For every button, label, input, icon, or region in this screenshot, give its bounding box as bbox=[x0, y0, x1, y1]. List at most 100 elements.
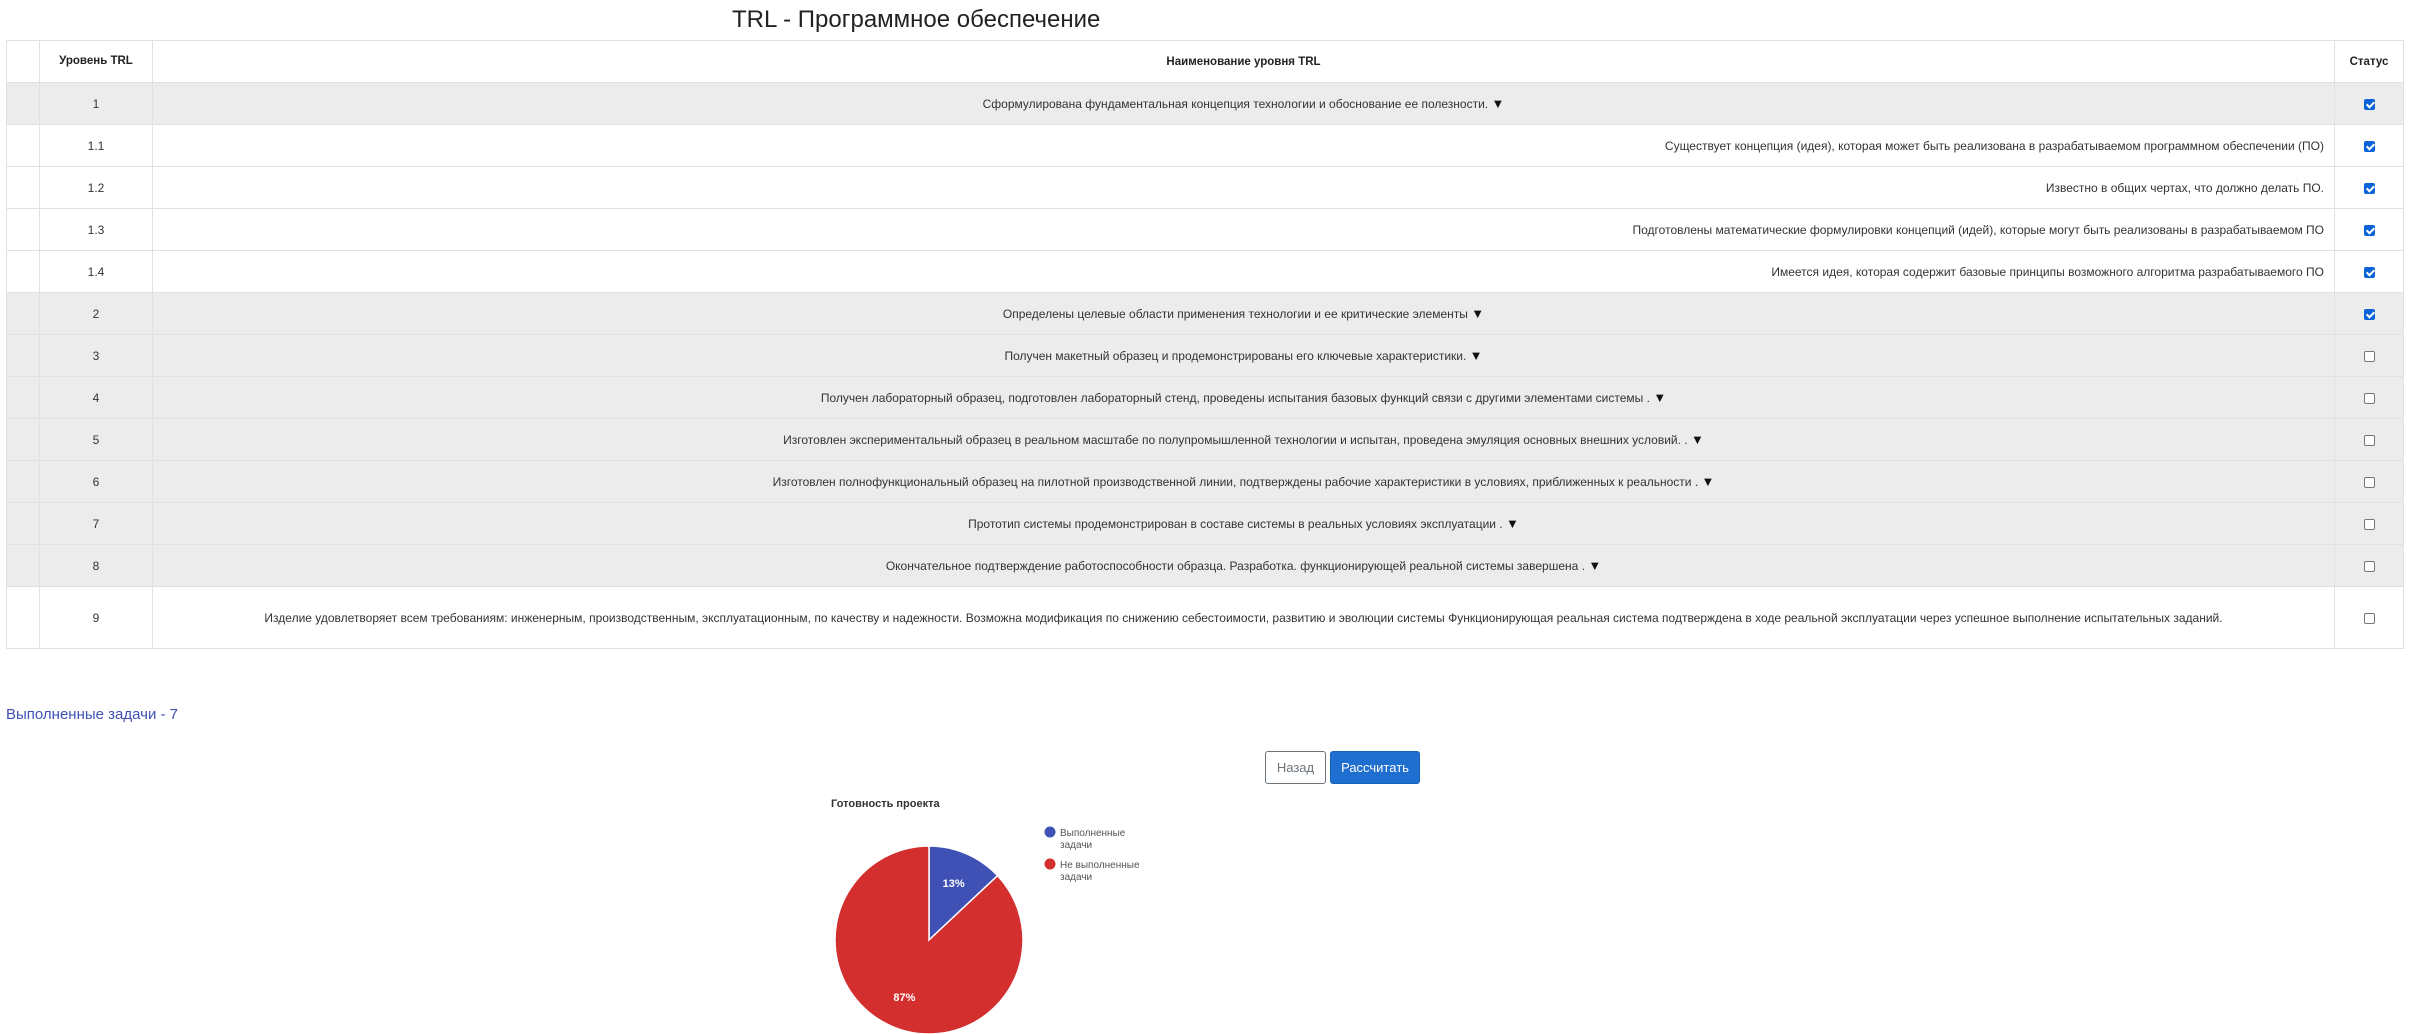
row-index-cell bbox=[6, 502, 40, 545]
status-checkbox[interactable] bbox=[2363, 518, 2375, 530]
table-row: 5 Изготовлен экспериментальный образец в … bbox=[6, 418, 2404, 461]
header-status: Статус bbox=[2334, 40, 2404, 83]
status-cell bbox=[2334, 334, 2404, 377]
table-row: 1.1 Существует концепция (идея), которая … bbox=[6, 124, 2404, 167]
expand-arrow-icon[interactable]: ▼ bbox=[1471, 306, 1484, 321]
trl-name-cell[interactable]: Определены целевые области применения те… bbox=[152, 292, 2335, 335]
trl-name-cell[interactable]: Окончательное подтверждение работоспособ… bbox=[152, 544, 2335, 587]
status-cell bbox=[2334, 124, 2404, 167]
row-index-cell bbox=[6, 376, 40, 419]
trl-name-text: Существует концепция (идея), которая мож… bbox=[1664, 138, 2324, 153]
status-cell bbox=[2334, 250, 2404, 293]
trl-name-text: Сформулирована фундаментальная концепция… bbox=[982, 97, 1489, 111]
table-row: 2 Определены целевые области применения т… bbox=[6, 292, 2404, 335]
status-checkbox[interactable] bbox=[2363, 224, 2375, 236]
status-checkbox[interactable] bbox=[2363, 560, 2375, 572]
table-row: 1.3 Подготовлены математические формулиро… bbox=[6, 208, 2404, 251]
expand-arrow-icon[interactable]: ▼ bbox=[1491, 96, 1504, 111]
row-index-cell bbox=[6, 544, 40, 587]
trl-name-cell: Изделие удовлетворяет всем требованиям: … bbox=[152, 586, 2335, 649]
trl-name-cell[interactable]: Сформулирована фундаментальная концепция… bbox=[152, 82, 2335, 125]
legend-label: задачи bbox=[1060, 872, 1092, 883]
status-cell bbox=[2334, 460, 2404, 503]
trl-name-text: Изделие удовлетворяет всем требованиям: … bbox=[264, 610, 2223, 625]
status-checkbox[interactable] bbox=[2363, 266, 2375, 278]
trl-name-cell[interactable]: Изготовлен полнофункциональный образец н… bbox=[152, 460, 2335, 503]
row-index-cell bbox=[6, 166, 40, 209]
trl-level-cell: 2 bbox=[39, 292, 153, 335]
row-index-cell bbox=[6, 418, 40, 461]
table-body: 1 Сформулирована фундаментальная концепци… bbox=[6, 82, 2404, 649]
trl-level-cell: 7 bbox=[39, 502, 153, 545]
status-checkbox[interactable] bbox=[2363, 308, 2375, 320]
status-cell bbox=[2334, 544, 2404, 587]
status-checkbox[interactable] bbox=[2363, 182, 2375, 194]
table-header-row: Уровень TRL Наименование уровня TRL Стат… bbox=[6, 40, 2404, 83]
status-cell bbox=[2334, 586, 2404, 649]
trl-name-cell[interactable]: Получен лабораторный образец, подготовле… bbox=[152, 376, 2335, 419]
expand-arrow-icon[interactable]: ▼ bbox=[1470, 348, 1483, 363]
header-level: Уровень TRL bbox=[39, 40, 153, 83]
chart-title: Готовность проекта bbox=[831, 798, 940, 810]
trl-name-text: Имеется идея, которая содержит базовые п… bbox=[1771, 264, 2324, 279]
legend-label: Выполненные bbox=[1060, 828, 1126, 839]
trl-name-cell[interactable]: Прототип системы продемонстрирован в сос… bbox=[152, 502, 2335, 545]
status-checkbox[interactable] bbox=[2363, 612, 2375, 624]
trl-level-cell: 1.2 bbox=[39, 166, 153, 209]
row-index-cell bbox=[6, 208, 40, 251]
trl-name-text: Окончательное подтверждение работоспособ… bbox=[885, 559, 1585, 573]
trl-name-text: Изготовлен экспериментальный образец в р… bbox=[783, 433, 1688, 447]
trl-level-cell: 5 bbox=[39, 418, 153, 461]
row-index-cell bbox=[6, 292, 40, 335]
trl-name-text: Изготовлен полнофункциональный образец н… bbox=[772, 475, 1699, 489]
row-index-cell bbox=[6, 82, 40, 125]
table-row: 3 Получен макетный образец и продемонстри… bbox=[6, 334, 2404, 377]
expand-arrow-icon[interactable]: ▼ bbox=[1506, 516, 1519, 531]
table-row: 1 Сформулирована фундаментальная концепци… bbox=[6, 82, 2404, 125]
trl-level-cell: 1 bbox=[39, 82, 153, 125]
trl-table: Уровень TRL Наименование уровня TRL Стат… bbox=[6, 40, 2404, 649]
chart-legend: ВыполненныезадачиНе выполненныезадачи bbox=[1044, 826, 1140, 883]
trl-name-cell: Подготовлены математические формулировки… bbox=[152, 208, 2335, 251]
calculate-button[interactable]: Рассчитать bbox=[1330, 751, 1420, 784]
page-title: TRL - Программное обеспечение bbox=[732, 6, 1101, 33]
trl-name-cell: Существует концепция (идея), которая мож… bbox=[152, 124, 2335, 167]
trl-name-cell[interactable]: Получен макетный образец и продемонстрир… bbox=[152, 334, 2335, 377]
header-empty-cell bbox=[6, 40, 40, 83]
status-cell bbox=[2334, 166, 2404, 209]
trl-level-cell: 8 bbox=[39, 544, 153, 587]
readiness-pie-chart: Готовность проекта 13%87% Выполненные зад… bbox=[831, 798, 1140, 1034]
trl-name-text: Определены целевые области применения те… bbox=[1002, 307, 1468, 321]
status-checkbox[interactable] bbox=[2363, 392, 2375, 404]
header-name: Наименование уровня TRL bbox=[152, 40, 2335, 83]
status-checkbox[interactable] bbox=[2363, 476, 2375, 488]
status-cell bbox=[2334, 502, 2404, 545]
trl-level-cell: 4 bbox=[39, 376, 153, 419]
trl-name-text: Известно в общих чертах, что должно дела… bbox=[2045, 180, 2324, 195]
status-cell bbox=[2334, 82, 2404, 125]
legend-marker bbox=[1044, 858, 1056, 870]
row-index-cell bbox=[6, 334, 40, 377]
trl-name-text: Получен лабораторный образец, подготовле… bbox=[820, 391, 1650, 405]
status-checkbox[interactable] bbox=[2363, 434, 2375, 446]
legend-marker bbox=[1044, 826, 1056, 838]
completed-tasks-label: Выполненные задачи - 7 bbox=[6, 706, 179, 723]
expand-arrow-icon[interactable]: ▼ bbox=[1588, 558, 1601, 573]
status-cell bbox=[2334, 292, 2404, 335]
trl-name-text: Подготовлены математические формулировки… bbox=[1632, 222, 2324, 237]
table-row: 1.4 Имеется идея, которая содержит базовы… bbox=[6, 250, 2404, 293]
trl-name-cell[interactable]: Изготовлен экспериментальный образец в р… bbox=[152, 418, 2335, 461]
status-checkbox[interactable] bbox=[2363, 98, 2375, 110]
expand-arrow-icon[interactable]: ▼ bbox=[1702, 474, 1715, 489]
status-checkbox[interactable] bbox=[2363, 140, 2375, 152]
expand-arrow-icon[interactable]: ▼ bbox=[1653, 390, 1666, 405]
status-checkbox[interactable] bbox=[2363, 350, 2375, 362]
status-cell bbox=[2334, 376, 2404, 419]
expand-arrow-icon[interactable]: ▼ bbox=[1691, 432, 1704, 447]
back-button[interactable]: Назад bbox=[1265, 751, 1326, 784]
trl-name-cell: Имеется идея, которая содержит базовые п… bbox=[152, 250, 2335, 293]
legend-label: Не выполненные bbox=[1060, 860, 1140, 871]
pie-slices: 13% 87% bbox=[834, 845, 1024, 1034]
trl-level-cell: 1.1 bbox=[39, 124, 153, 167]
table-row: 4 Получен лабораторный образец, подготовл… bbox=[6, 376, 2404, 419]
